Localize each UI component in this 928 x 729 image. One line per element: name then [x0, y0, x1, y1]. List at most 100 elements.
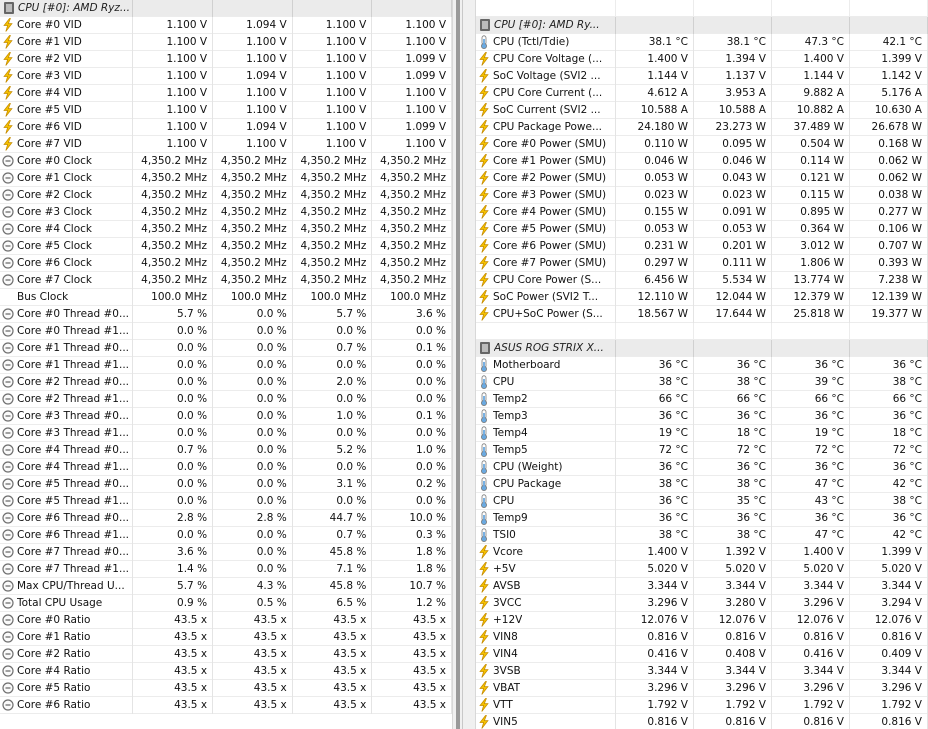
sensor-row[interactable]: CPU+SoC Power (S... 18.567 W 17.644 W 25.81… [476, 305, 928, 323]
sensor-row[interactable]: Core #4 Thread #0... 0.7 % 0.0 % 5.2 % 1.0 % [0, 441, 452, 459]
sensor-row[interactable]: +5V 5.020 V 5.020 V 5.020 V 5.020 V [476, 560, 928, 578]
sensor-row[interactable]: SoC Current (SVI2 ... 10.588 A 10.588 A 10.… [476, 101, 928, 119]
sensor-row[interactable]: Core #4 Ratio 43.5 x 43.5 x 43.5 x 43.5 x [0, 662, 452, 680]
sensor-row[interactable]: Core #2 Ratio 43.5 x 43.5 x 43.5 x 43.5 x [0, 645, 452, 663]
sensor-row[interactable]: Core #5 Clock 4,350.2 MHz 4,350.2 MHz 4,350… [0, 237, 452, 255]
pane-splitter[interactable] [452, 0, 476, 729]
sensor-group-header[interactable]: ASUS ROG STRIX X... [476, 339, 928, 357]
current-value: 4,350.2 MHz [133, 203, 214, 221]
sensor-name-cell: Core #0 Power (SMU) [476, 135, 616, 153]
sensor-row[interactable]: Core #3 Clock 4,350.2 MHz 4,350.2 MHz 4,350… [0, 203, 452, 221]
average-value: 0.0 % [372, 373, 452, 391]
sensor-row[interactable]: Core #2 Power (SMU) 0.053 W 0.043 W 0.121 W… [476, 169, 928, 187]
sensor-row[interactable]: Vcore 1.400 V 1.392 V 1.400 V 1.399 V [476, 543, 928, 561]
sensor-row[interactable]: Bus Clock 100.0 MHz 100.0 MHz 100.0 MHz 100.… [0, 288, 452, 306]
sensor-row[interactable]: Temp3 36 °C 36 °C 36 °C 36 °C [476, 407, 928, 425]
sensor-row[interactable]: Total CPU Usage 0.9 % 0.5 % 6.5 % 1.2 % [0, 594, 452, 612]
sensor-row[interactable]: Core #4 Power (SMU) 0.155 W 0.091 W 0.895 W… [476, 203, 928, 221]
sensor-row[interactable]: Core #7 Thread #1... 1.4 % 0.0 % 7.1 % 1.8 % [0, 560, 452, 578]
sensor-row[interactable]: Core #5 Thread #0... 0.0 % 0.0 % 3.1 % 0.2 % [0, 475, 452, 493]
sensor-row[interactable]: Core #3 Thread #0... 0.0 % 0.0 % 1.0 % 0.1 % [0, 407, 452, 425]
average-value: 3.344 V [850, 577, 928, 595]
sensor-row[interactable]: Core #0 Ratio 43.5 x 43.5 x 43.5 x 43.5 x [0, 611, 452, 629]
sensor-row[interactable]: Core #0 VID 1.100 V 1.094 V 1.100 V 1.100 V [0, 16, 452, 34]
sensor-row[interactable]: Core #2 Thread #0... 0.0 % 0.0 % 2.0 % 0.0 % [0, 373, 452, 391]
sensor-row[interactable]: Temp5 72 °C 72 °C 72 °C 72 °C [476, 441, 928, 459]
sensor-row[interactable]: Core #4 Thread #1... 0.0 % 0.0 % 0.0 % 0.0 % [0, 458, 452, 476]
sensor-row[interactable]: Temp2 66 °C 66 °C 66 °C 66 °C [476, 390, 928, 408]
sensor-row[interactable]: Core #3 Power (SMU) 0.023 W 0.023 W 0.115 W… [476, 186, 928, 204]
sensor-row[interactable]: Core #0 Thread #0... 5.7 % 0.0 % 5.7 % 3.6 % [0, 305, 452, 323]
current-value: 0.0 % [133, 475, 214, 493]
sensor-row[interactable]: Core #1 Ratio 43.5 x 43.5 x 43.5 x 43.5 x [0, 628, 452, 646]
sensor-row[interactable]: CPU (Tctl/Tdie) 38.1 °C 38.1 °C 47.3 °C 42.1… [476, 33, 928, 51]
sensor-row[interactable]: Core #4 VID 1.100 V 1.100 V 1.100 V 1.100 V [0, 84, 452, 102]
bolt-icon [2, 120, 14, 134]
sensor-row[interactable]: Core #5 Thread #1... 0.0 % 0.0 % 0.0 % 0.0 % [0, 492, 452, 510]
sensor-row[interactable]: Core #1 VID 1.100 V 1.100 V 1.100 V 1.100 V [0, 33, 452, 51]
sensor-row[interactable]: Temp9 36 °C 36 °C 36 °C 36 °C [476, 509, 928, 527]
sensor-row[interactable]: CPU Package Powe... 24.180 W 23.273 W 37.48… [476, 118, 928, 136]
sensor-row[interactable]: Core #0 Power (SMU) 0.110 W 0.095 W 0.504 W… [476, 135, 928, 153]
sensor-row[interactable]: Core #7 Power (SMU) 0.297 W 0.111 W 1.806 W… [476, 254, 928, 272]
sensor-row[interactable]: VIN8 0.816 V 0.816 V 0.816 V 0.816 V [476, 628, 928, 646]
sensor-row[interactable]: SoC Power (SVI2 T... 12.110 W 12.044 W 12.3… [476, 288, 928, 306]
sensor-row[interactable]: Core #7 Thread #0... 3.6 % 0.0 % 45.8 % 1.8 … [0, 543, 452, 561]
sensor-row[interactable]: 3VSB 3.344 V 3.344 V 3.344 V 3.344 V [476, 662, 928, 680]
bolt-icon [478, 239, 490, 253]
sensor-row[interactable]: Temp4 19 °C 18 °C 19 °C 18 °C [476, 424, 928, 442]
maximum-value: 0.416 V [772, 645, 850, 663]
sensor-row[interactable]: VIN4 0.416 V 0.408 V 0.416 V 0.409 V [476, 645, 928, 663]
sensor-row[interactable]: Motherboard 36 °C 36 °C 36 °C 36 °C [476, 356, 928, 374]
sensor-row[interactable]: AVSB 3.344 V 3.344 V 3.344 V 3.344 V [476, 577, 928, 595]
sensor-row[interactable]: Core #6 Clock 4,350.2 MHz 4,350.2 MHz 4,350… [0, 254, 452, 272]
sensor-row[interactable]: +12V 12.076 V 12.076 V 12.076 V 12.076 V [476, 611, 928, 629]
sensor-row[interactable]: Core #6 Power (SMU) 0.231 W 0.201 W 3.012 W… [476, 237, 928, 255]
sensor-group-header[interactable]: CPU [#0]: AMD Ry... [476, 16, 928, 34]
sensor-row[interactable]: Core #2 Clock 4,350.2 MHz 4,350.2 MHz 4,350… [0, 186, 452, 204]
sensor-row[interactable]: CPU Core Power (S... 6.456 W 5.534 W 13.774… [476, 271, 928, 289]
average-value: 0.816 V [850, 713, 928, 729]
clock-icon [2, 409, 14, 423]
sensor-group-header[interactable]: CPU [#0]: AMD Ryz... [0, 0, 452, 17]
sensor-row[interactable]: Core #6 VID 1.100 V 1.094 V 1.100 V 1.099 V [0, 118, 452, 136]
sensor-row[interactable]: VIN5 0.816 V 0.816 V 0.816 V 0.816 V [476, 713, 928, 729]
sensor-row[interactable]: Core #0 Clock 4,350.2 MHz 4,350.2 MHz 4,350… [0, 152, 452, 170]
sensor-row[interactable]: Core #2 Thread #1... 0.0 % 0.0 % 0.0 % 0.0 % [0, 390, 452, 408]
current-value: 38 °C [616, 373, 694, 391]
sensor-row[interactable]: VTT 1.792 V 1.792 V 1.792 V 1.792 V [476, 696, 928, 714]
sensor-row[interactable]: Core #6 Ratio 43.5 x 43.5 x 43.5 x 43.5 x [0, 696, 452, 714]
sensor-row[interactable]: Core #2 VID 1.100 V 1.100 V 1.100 V 1.099 V [0, 50, 452, 68]
sensor-row[interactable]: Core #6 Thread #1... 0.0 % 0.0 % 0.7 % 0.3 % [0, 526, 452, 544]
sensor-label: Core #6 Ratio [17, 698, 91, 711]
sensor-label: Temp3 [493, 409, 528, 422]
sensor-row[interactable]: TSI0 38 °C 38 °C 47 °C 42 °C [476, 526, 928, 544]
sensor-row[interactable]: Core #7 VID 1.100 V 1.100 V 1.100 V 1.100 V [0, 135, 452, 153]
sensor-row[interactable]: Core #6 Thread #0... 2.8 % 2.8 % 44.7 % 10.0… [0, 509, 452, 527]
sensor-row[interactable]: Core #4 Clock 4,350.2 MHz 4,350.2 MHz 4,350… [0, 220, 452, 238]
sensor-row[interactable]: 3VCC 3.296 V 3.280 V 3.296 V 3.294 V [476, 594, 928, 612]
minimum-value: 38.1 °C [694, 33, 772, 51]
sensor-row[interactable]: Core #5 VID 1.100 V 1.100 V 1.100 V 1.100 V [0, 101, 452, 119]
sensor-label: Core #1 Thread #0... [17, 341, 129, 354]
sensor-row[interactable]: Core #1 Thread #1... 0.0 % 0.0 % 0.0 % 0.0 % [0, 356, 452, 374]
sensor-row[interactable]: VBAT 3.296 V 3.296 V 3.296 V 3.296 V [476, 679, 928, 697]
sensor-row[interactable]: Core #1 Thread #0... 0.0 % 0.0 % 0.7 % 0.1 % [0, 339, 452, 357]
sensor-row[interactable]: CPU Core Current (... 4.612 A 3.953 A 9.882… [476, 84, 928, 102]
sensor-row[interactable]: Max CPU/Thread U... 5.7 % 4.3 % 45.8 % 10.7 … [0, 577, 452, 595]
sensor-row[interactable]: Core #1 Power (SMU) 0.046 W 0.046 W 0.114 W… [476, 152, 928, 170]
sensor-row[interactable]: CPU (Weight) 36 °C 36 °C 36 °C 36 °C [476, 458, 928, 476]
sensor-row[interactable]: Core #5 Ratio 43.5 x 43.5 x 43.5 x 43.5 x [0, 679, 452, 697]
sensor-row[interactable]: Core #0 Thread #1... 0.0 % 0.0 % 0.0 % 0.0 % [0, 322, 452, 340]
sensor-row[interactable]: CPU Package 38 °C 38 °C 47 °C 42 °C [476, 475, 928, 493]
minimum-value: 1.094 V [213, 118, 293, 136]
sensor-row[interactable]: CPU 38 °C 38 °C 39 °C 38 °C [476, 373, 928, 391]
sensor-row[interactable]: SoC Voltage (SVI2 ... 1.144 V 1.137 V 1.144… [476, 67, 928, 85]
sensor-row[interactable]: Core #1 Clock 4,350.2 MHz 4,350.2 MHz 4,350… [0, 169, 452, 187]
sensor-row[interactable]: CPU 36 °C 35 °C 43 °C 38 °C [476, 492, 928, 510]
sensor-row[interactable]: Core #5 Power (SMU) 0.053 W 0.053 W 0.364 W… [476, 220, 928, 238]
sensor-row[interactable]: Core #3 Thread #1... 0.0 % 0.0 % 0.0 % 0.0 % [0, 424, 452, 442]
sensor-row[interactable]: Core #3 VID 1.100 V 1.094 V 1.100 V 1.099 V [0, 67, 452, 85]
sensor-row[interactable]: CPU Core Voltage (... 1.400 V 1.394 V 1.400… [476, 50, 928, 68]
sensor-row[interactable]: Core #7 Clock 4,350.2 MHz 4,350.2 MHz 4,350… [0, 271, 452, 289]
